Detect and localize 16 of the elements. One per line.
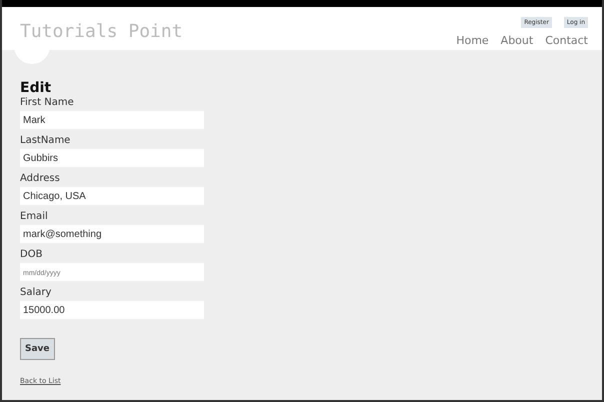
field-label: LastName [20, 134, 72, 147]
field-label: Salary [20, 286, 52, 299]
input-field[interactable]: Chicago, USA [20, 187, 204, 205]
input-field[interactable]: mark@something [20, 225, 204, 243]
input-field[interactable]: 15000.00 [20, 301, 204, 319]
field-label: First Name [20, 96, 75, 109]
save-button[interactable]: Save [20, 338, 55, 360]
nav-link[interactable]: Contact [545, 34, 588, 47]
field-label: Address [20, 172, 61, 185]
page-heading: Edit [20, 80, 52, 96]
input-field[interactable]: Gubbirs [20, 149, 204, 167]
input-field[interactable]: Mark [20, 111, 204, 129]
field-label: DOB [20, 248, 44, 261]
nav-link[interactable]: Home [456, 34, 489, 47]
nav-link[interactable]: About [500, 34, 534, 47]
field-label: Email [20, 210, 49, 223]
